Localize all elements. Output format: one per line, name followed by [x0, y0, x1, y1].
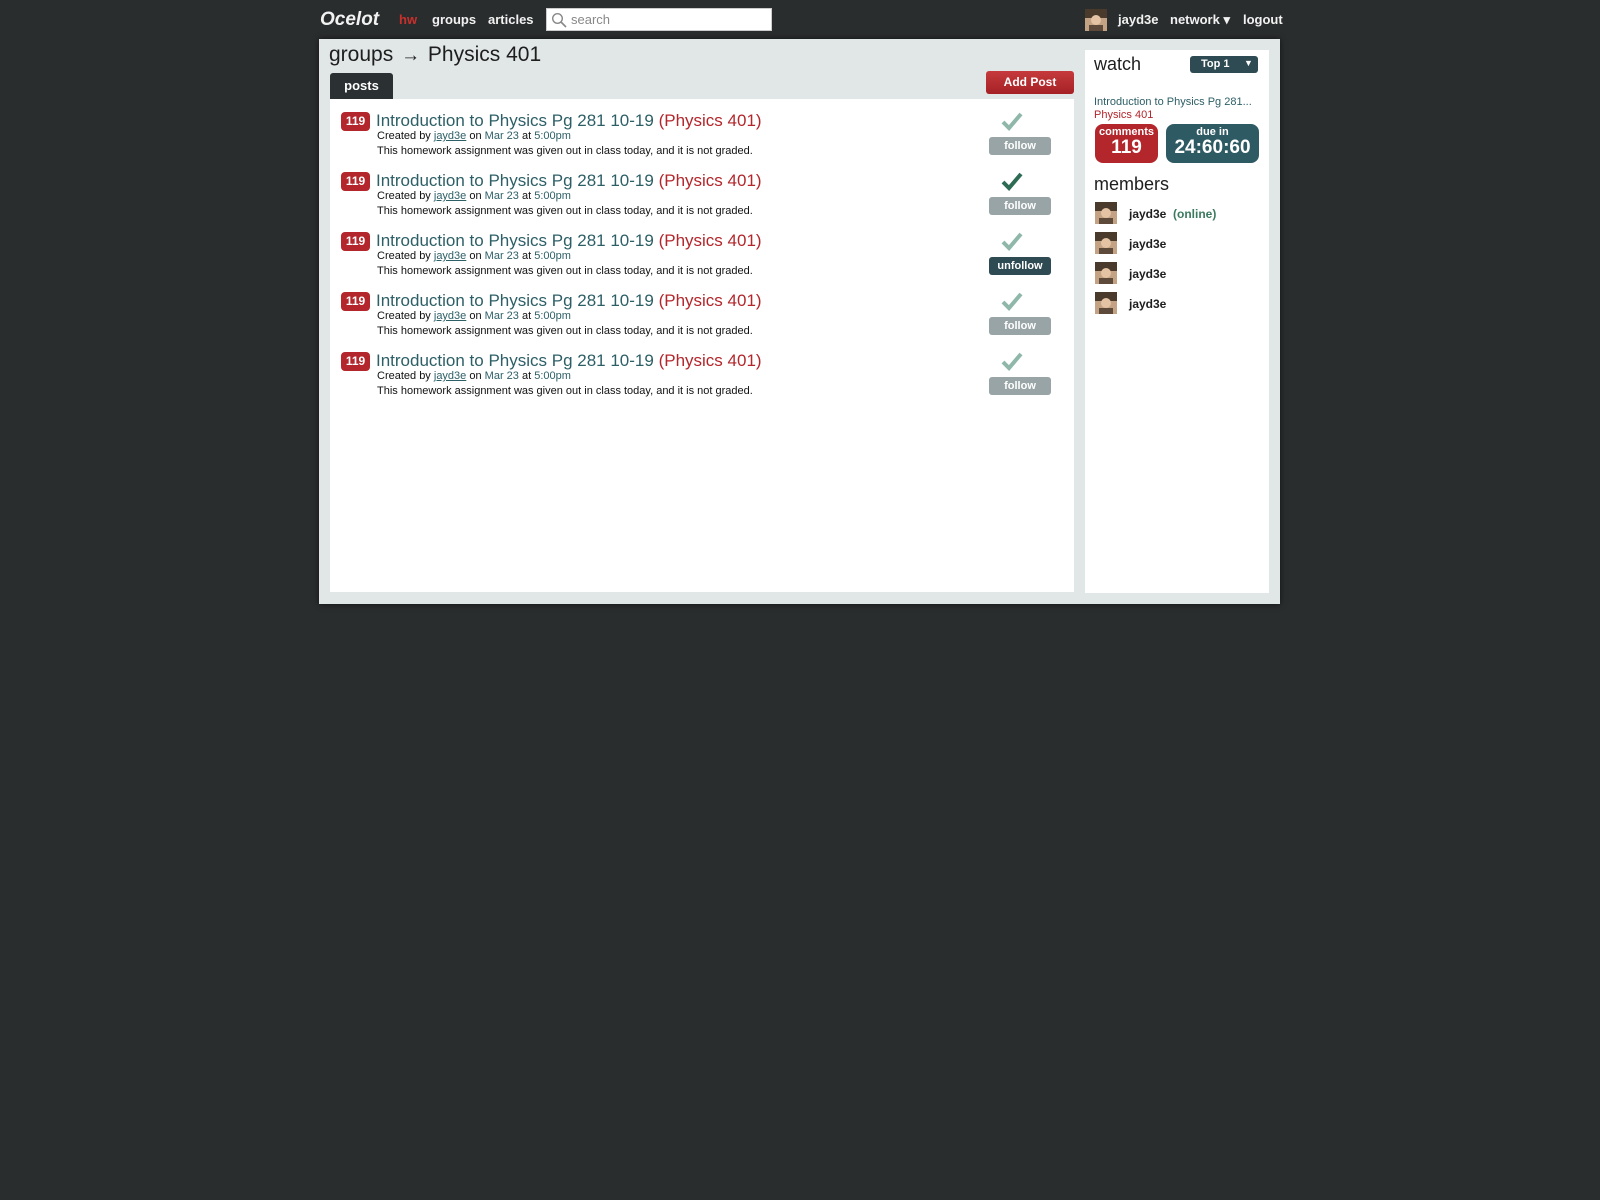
- breadcrumb-current: Physics 401: [427, 43, 542, 66]
- due-countdown: 24:60:60: [1174, 137, 1251, 158]
- nav-hw[interactable]: hw: [399, 12, 417, 27]
- comments-value: 119: [1111, 137, 1142, 158]
- breadcrumb-arrow-icon: →: [401, 45, 421, 66]
- sidebar: watch Top 1 ▼ Introduction to Physics Pg…: [1085, 50, 1269, 593]
- post-item: 119 Introduction to Physics Pg 281 10-19…: [330, 163, 1074, 223]
- search-box: [546, 8, 772, 31]
- member-name[interactable]: jayd3e: [1129, 207, 1166, 221]
- author-link[interactable]: jayd3e: [434, 190, 466, 202]
- post-description: This homework assignment was given out i…: [377, 145, 753, 157]
- post-item: 119 Introduction to Physics Pg 281 10-19…: [330, 343, 1074, 403]
- dropdown-caret-icon: ▼: [1244, 58, 1253, 68]
- unfollow-button[interactable]: unfollow: [989, 257, 1051, 275]
- comments-stat: comments 119: [1095, 124, 1158, 163]
- username-link[interactable]: jayd3e: [1118, 12, 1158, 27]
- member-item[interactable]: jayd3e: [1095, 262, 1265, 286]
- follow-button[interactable]: follow: [989, 137, 1051, 155]
- post-item: 119 Introduction to Physics Pg 281 10-19…: [330, 223, 1074, 283]
- checkmark-icon[interactable]: [1000, 291, 1024, 313]
- post-title-link[interactable]: Introduction to Physics Pg 281 10-19 (Ph…: [376, 171, 762, 191]
- author-link[interactable]: jayd3e: [434, 250, 466, 262]
- author-link[interactable]: jayd3e: [434, 310, 466, 322]
- member-name[interactable]: jayd3e: [1129, 237, 1166, 251]
- member-item[interactable]: jayd3e: [1095, 292, 1265, 316]
- avatar: [1095, 232, 1117, 254]
- checkmark-icon[interactable]: [1000, 231, 1024, 253]
- breadcrumb: groups → Physics 401: [329, 43, 541, 67]
- post-meta: Created by jayd3e on Mar 23 at 5:00pm: [377, 250, 571, 262]
- post-item: 119 Introduction to Physics Pg 281 10-19…: [330, 103, 1074, 163]
- checkmark-icon[interactable]: [1000, 171, 1024, 193]
- top-navigation-bar: Ocelot hw groups articles jayd3e network…: [320, 0, 1283, 40]
- post-group-label[interactable]: (Physics 401): [659, 111, 762, 130]
- member-item[interactable]: jayd3e (online): [1095, 202, 1265, 226]
- post-title-link[interactable]: Introduction to Physics Pg 281 10-19 (Ph…: [376, 231, 762, 251]
- members-heading: members: [1094, 174, 1170, 194]
- post-meta: Created by jayd3e on Mar 23 at 5:00pm: [377, 190, 571, 202]
- post-title-link[interactable]: Introduction to Physics Pg 281 10-19 (Ph…: [376, 111, 762, 131]
- user-avatar[interactable]: [1085, 9, 1107, 31]
- post-title-link[interactable]: Introduction to Physics Pg 281 10-19 (Ph…: [376, 291, 762, 311]
- search-icon: [551, 12, 567, 28]
- search-input[interactable]: [571, 11, 766, 28]
- follow-button[interactable]: follow: [989, 377, 1051, 395]
- post-meta: Created by jayd3e on Mar 23 at 5:00pm: [377, 370, 571, 382]
- follow-button[interactable]: follow: [989, 317, 1051, 335]
- post-group-label[interactable]: (Physics 401): [659, 231, 762, 250]
- breadcrumb-groups[interactable]: groups: [329, 43, 393, 66]
- checkmark-icon[interactable]: [1000, 351, 1024, 373]
- checkmark-icon[interactable]: [1000, 111, 1024, 133]
- post-group-label[interactable]: (Physics 401): [659, 351, 762, 370]
- network-menu[interactable]: network ▾: [1170, 12, 1230, 28]
- post-description: This homework assignment was given out i…: [377, 265, 753, 277]
- avatar: [1095, 262, 1117, 284]
- comment-count-badge: 119: [341, 352, 370, 371]
- watched-post-link[interactable]: Introduction to Physics Pg 281...: [1094, 96, 1252, 108]
- post-group-label[interactable]: (Physics 401): [659, 291, 762, 310]
- add-post-button[interactable]: Add Post: [986, 71, 1074, 94]
- comment-count-badge: 119: [341, 112, 370, 131]
- comment-count-badge: 119: [341, 292, 370, 311]
- post-item: 119 Introduction to Physics Pg 281 10-19…: [330, 283, 1074, 343]
- author-link[interactable]: jayd3e: [434, 370, 466, 382]
- post-title-link[interactable]: Introduction to Physics Pg 281 10-19 (Ph…: [376, 351, 762, 371]
- main-panel: groups → Physics 401 posts Add Post 119 …: [319, 39, 1280, 604]
- nav-articles[interactable]: articles: [488, 12, 534, 27]
- member-item[interactable]: jayd3e: [1095, 232, 1265, 256]
- post-meta: Created by jayd3e on Mar 23 at 5:00pm: [377, 130, 571, 142]
- online-status: (online): [1173, 207, 1217, 221]
- post-group-label[interactable]: (Physics 401): [659, 171, 762, 190]
- avatar: [1095, 292, 1117, 314]
- posts-list: 119 Introduction to Physics Pg 281 10-19…: [330, 99, 1074, 592]
- follow-button[interactable]: follow: [989, 197, 1051, 215]
- logout-link[interactable]: logout: [1243, 12, 1283, 27]
- due-stat: due in 24:60:60: [1166, 124, 1259, 163]
- author-link[interactable]: jayd3e: [434, 130, 466, 142]
- comment-count-badge: 119: [341, 232, 370, 251]
- watched-post-group[interactable]: Physics 401: [1094, 109, 1153, 121]
- member-name[interactable]: jayd3e: [1129, 297, 1166, 311]
- comment-count-badge: 119: [341, 172, 370, 191]
- post-meta: Created by jayd3e on Mar 23 at 5:00pm: [377, 310, 571, 322]
- avatar: [1095, 202, 1117, 224]
- app-logo[interactable]: Ocelot: [320, 9, 379, 31]
- post-description: This homework assignment was given out i…: [377, 385, 753, 397]
- member-name[interactable]: jayd3e: [1129, 267, 1166, 281]
- post-description: This homework assignment was given out i…: [377, 325, 753, 337]
- top-select-dropdown[interactable]: Top 1 ▼: [1190, 56, 1258, 73]
- tab-posts[interactable]: posts: [330, 73, 393, 99]
- watch-heading: watch: [1094, 54, 1142, 74]
- nav-groups[interactable]: groups: [432, 12, 476, 27]
- post-description: This homework assignment was given out i…: [377, 205, 753, 217]
